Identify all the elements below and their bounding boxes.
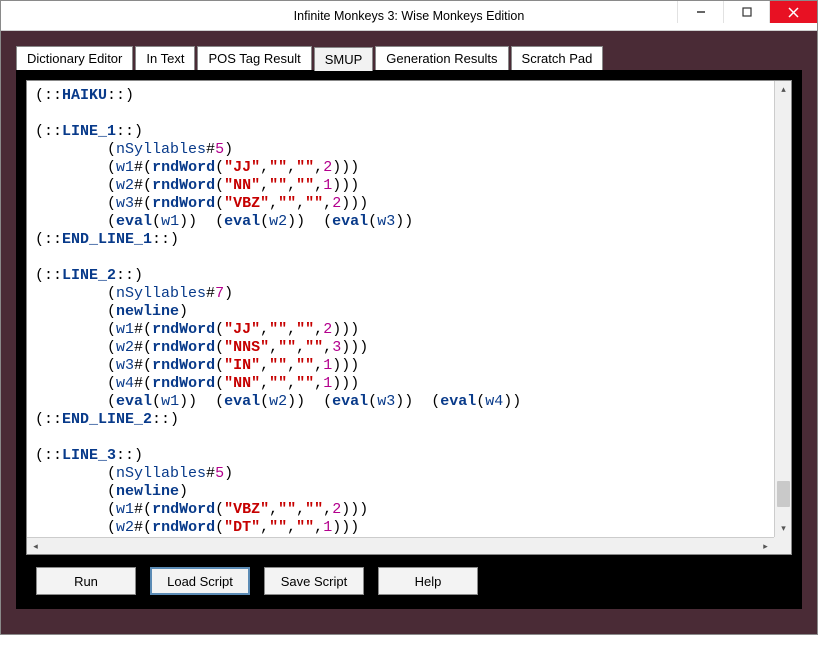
editor-container: (::HAIKU::) (::LINE_1::) (nSyllables#5) … bbox=[26, 80, 792, 555]
close-button[interactable] bbox=[769, 1, 817, 23]
help-button[interactable]: Help bbox=[378, 567, 478, 595]
load-script-button[interactable]: Load Script bbox=[150, 567, 250, 595]
tab-generation-results[interactable]: Generation Results bbox=[375, 46, 508, 70]
save-script-button[interactable]: Save Script bbox=[264, 567, 364, 595]
minimize-button[interactable] bbox=[677, 1, 723, 23]
tab-strip: Dictionary Editor In Text POS Tag Result… bbox=[16, 46, 802, 70]
tab-scratch-pad[interactable]: Scratch Pad bbox=[511, 46, 604, 70]
maximize-button[interactable] bbox=[723, 1, 769, 23]
close-icon bbox=[788, 7, 799, 18]
scroll-corner bbox=[774, 537, 791, 554]
scroll-up-icon[interactable]: ▴ bbox=[775, 81, 792, 98]
tab-pos-tag-result[interactable]: POS Tag Result bbox=[197, 46, 311, 70]
client-area: Dictionary Editor In Text POS Tag Result… bbox=[1, 31, 817, 634]
scroll-left-icon[interactable]: ◂ bbox=[27, 538, 44, 555]
tab-dictionary-editor[interactable]: Dictionary Editor bbox=[16, 46, 133, 70]
button-row: Run Load Script Save Script Help bbox=[26, 555, 792, 599]
vertical-scrollbar[interactable]: ▴ ▾ bbox=[774, 81, 791, 537]
horizontal-scrollbar[interactable]: ◂ ▸ bbox=[27, 537, 774, 554]
tab-smup[interactable]: SMUP bbox=[314, 47, 374, 71]
window-controls bbox=[677, 1, 817, 23]
scroll-right-icon[interactable]: ▸ bbox=[757, 538, 774, 555]
code-editor[interactable]: (::HAIKU::) (::LINE_1::) (nSyllables#5) … bbox=[27, 81, 774, 537]
app-window: Infinite Monkeys 3: Wise Monkeys Edition… bbox=[0, 0, 818, 635]
run-button[interactable]: Run bbox=[36, 567, 136, 595]
tab-in-text[interactable]: In Text bbox=[135, 46, 195, 70]
minimize-icon bbox=[696, 7, 706, 17]
titlebar: Infinite Monkeys 3: Wise Monkeys Edition bbox=[1, 1, 817, 31]
editor-panel: (::HAIKU::) (::LINE_1::) (nSyllables#5) … bbox=[16, 70, 802, 609]
maximize-icon bbox=[742, 7, 752, 17]
scroll-thumb[interactable] bbox=[777, 481, 790, 507]
scroll-down-icon[interactable]: ▾ bbox=[775, 520, 792, 537]
